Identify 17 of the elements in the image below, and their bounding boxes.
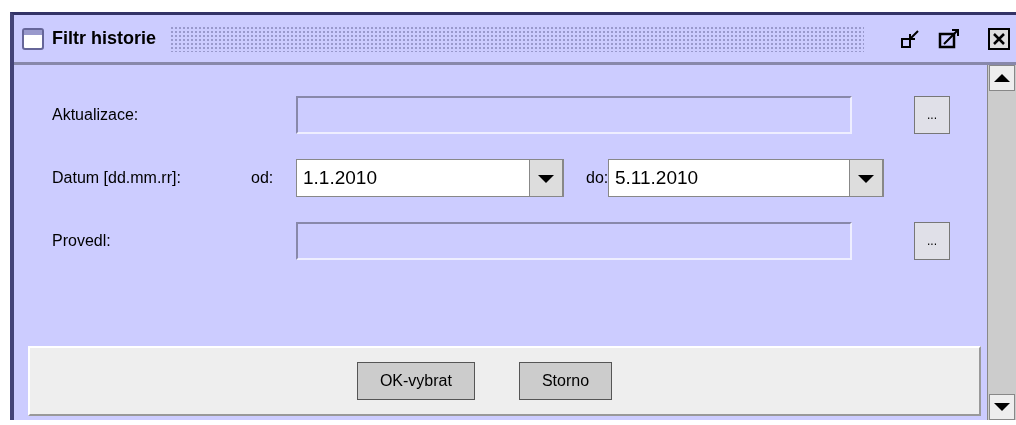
close-icon[interactable] <box>988 27 1010 50</box>
date-dropdown[interactable]: 5.11.2010 <box>608 159 884 197</box>
minimize-icon[interactable] <box>900 27 922 50</box>
field-label: Datum [dd.mm.rr]: <box>51 169 182 187</box>
window-title: Filtr historie <box>52 28 156 49</box>
scroll-up-icon[interactable] <box>989 65 1015 91</box>
field-label: Provedl: <box>51 232 112 250</box>
scroll-down-icon[interactable] <box>989 394 1015 420</box>
to-label: do: <box>585 169 608 187</box>
from-label: od: <box>251 169 275 187</box>
dialog-button[interactable]: Storno <box>518 362 613 400</box>
maximize-icon[interactable] <box>938 27 962 50</box>
dialog-button[interactable]: OK-vybrat <box>356 362 475 400</box>
scrollbar[interactable] <box>987 65 1016 420</box>
date-dropdown[interactable]: 1.1.2010 <box>296 159 564 197</box>
field-label: Aktualizace: <box>51 106 140 124</box>
window-icon <box>22 27 44 50</box>
